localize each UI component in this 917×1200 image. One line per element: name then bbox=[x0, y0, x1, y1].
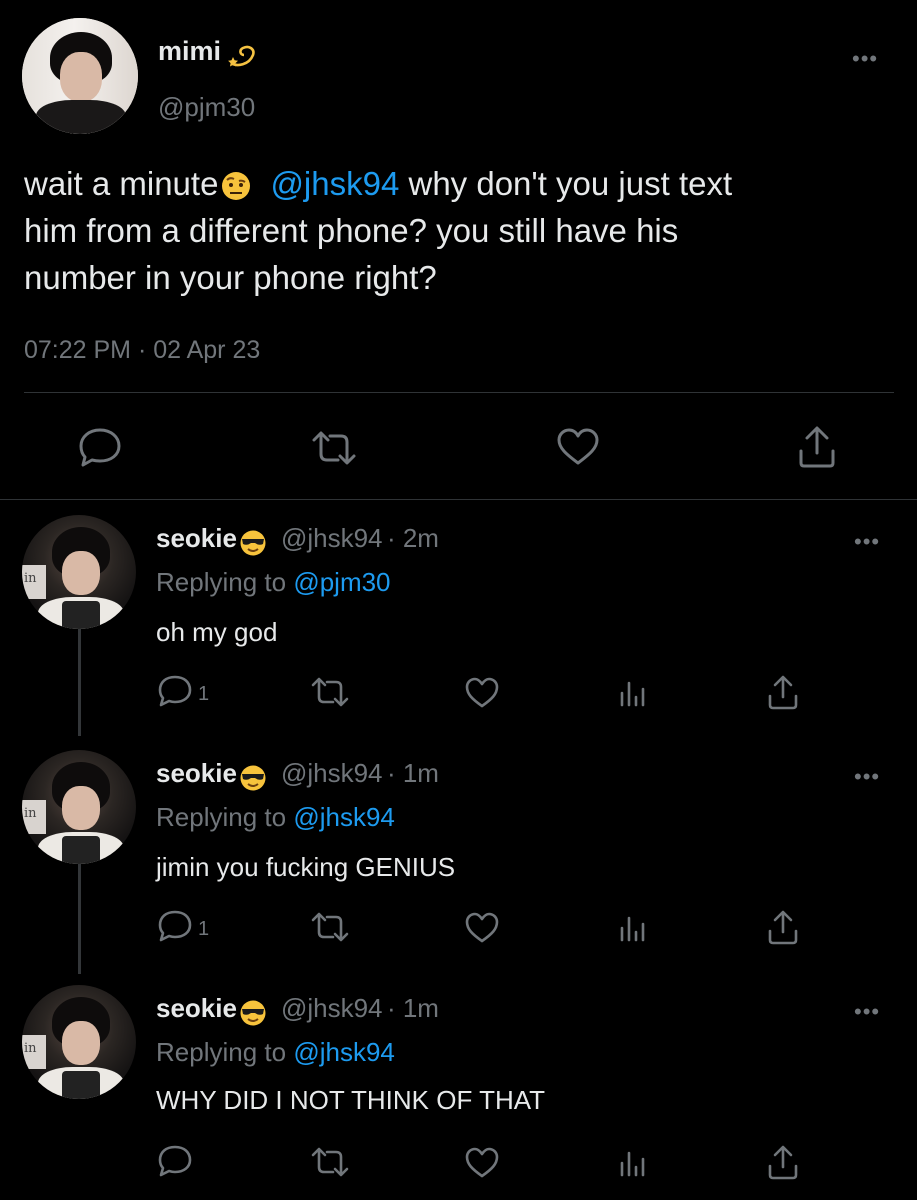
divider bbox=[0, 499, 917, 500]
sunglasses-emoji-icon bbox=[239, 529, 267, 557]
like-icon[interactable] bbox=[556, 428, 600, 466]
relative-time[interactable]: · 1m bbox=[387, 758, 439, 788]
share-icon[interactable] bbox=[766, 675, 800, 711]
share-icon[interactable] bbox=[766, 1145, 800, 1181]
retweet-icon[interactable] bbox=[310, 677, 350, 707]
handle[interactable]: @jhsk94 bbox=[281, 993, 383, 1023]
retweet-icon[interactable] bbox=[310, 1147, 350, 1177]
like-icon[interactable] bbox=[464, 677, 500, 709]
divider bbox=[24, 392, 894, 393]
replying-label: Replying to bbox=[156, 1037, 294, 1067]
replying-to-link[interactable]: @pjm30 bbox=[293, 567, 390, 597]
tweet-text-line: number in your phone right? bbox=[24, 259, 437, 296]
more-options-icon[interactable]: ••• bbox=[854, 766, 880, 788]
avatar[interactable]: in bbox=[22, 750, 136, 864]
replying-label: Replying to bbox=[156, 567, 294, 597]
handle[interactable]: @jhsk94 bbox=[281, 523, 383, 553]
reply-count: 1 bbox=[198, 683, 210, 705]
reply-tweet: in seokie @jhsk94 · 2m ••• Replying to @… bbox=[0, 515, 917, 735]
reply-icon[interactable] bbox=[158, 675, 192, 707]
tweet-text-line: him from a different phone? you still ha… bbox=[24, 212, 679, 249]
analytics-icon[interactable] bbox=[618, 1149, 648, 1177]
tweet-text-part: wait a minute bbox=[24, 165, 219, 202]
analytics-icon[interactable] bbox=[618, 914, 648, 942]
sunglasses-emoji-icon bbox=[239, 999, 267, 1027]
sign-text: in bbox=[24, 806, 37, 821]
retweet-icon[interactable] bbox=[310, 912, 350, 942]
replying-to-link[interactable]: @jhsk94 bbox=[293, 802, 395, 832]
reply-icon[interactable] bbox=[158, 1145, 192, 1177]
more-options-icon[interactable]: ••• bbox=[852, 48, 878, 70]
tweet-text: wait a minute @jhsk94 why don't you just… bbox=[24, 160, 904, 301]
display-name[interactable]: mimi bbox=[158, 36, 221, 66]
timestamp[interactable]: 07:22 PM · 02 Apr 23 bbox=[24, 336, 260, 365]
reply-count: 1 bbox=[198, 918, 210, 940]
display-name[interactable]: seokie bbox=[156, 523, 237, 553]
relative-time[interactable]: · 2m bbox=[387, 523, 439, 553]
replying-label: Replying to bbox=[156, 802, 294, 832]
reply-icon[interactable] bbox=[158, 910, 192, 942]
dizzy-emoji-icon bbox=[227, 43, 257, 69]
handle[interactable]: @pjm30 bbox=[158, 92, 255, 123]
reply-tweet: in seokie @jhsk94 · 1m ••• Replying to @… bbox=[0, 750, 917, 970]
tweet-text: oh my god bbox=[156, 617, 278, 647]
analytics-icon[interactable] bbox=[618, 679, 648, 707]
mention-link[interactable]: @jhsk94 bbox=[270, 165, 399, 202]
avatar[interactable] bbox=[22, 18, 138, 134]
retweet-icon[interactable] bbox=[310, 430, 358, 466]
display-name[interactable]: seokie bbox=[156, 993, 237, 1023]
tweet-text: WHY DID I NOT THINK OF THAT bbox=[156, 1085, 546, 1115]
like-icon[interactable] bbox=[464, 1147, 500, 1179]
reply-tweet: in seokie @jhsk94 · 1m ••• Replying to @… bbox=[0, 985, 917, 1200]
share-icon[interactable] bbox=[766, 910, 800, 946]
handle[interactable]: @jhsk94 bbox=[281, 758, 383, 788]
sunglasses-emoji-icon bbox=[239, 764, 267, 792]
replying-to-link[interactable]: @jhsk94 bbox=[293, 1037, 395, 1067]
main-tweet: mimi @pjm30 ••• wait a minute @jhsk94 wh… bbox=[0, 0, 917, 500]
display-name[interactable]: seokie bbox=[156, 758, 237, 788]
tweet-text: jimin you fucking GENIUS bbox=[156, 852, 456, 882]
more-options-icon[interactable]: ••• bbox=[854, 531, 880, 553]
sign-text: in bbox=[24, 1041, 37, 1056]
tweet-text-part: why don't you just text bbox=[399, 165, 733, 202]
raised-eyebrow-emoji-icon bbox=[220, 170, 252, 202]
share-icon[interactable] bbox=[797, 425, 837, 469]
like-icon[interactable] bbox=[464, 912, 500, 944]
relative-time[interactable]: · 1m bbox=[387, 993, 439, 1023]
sign-text: in bbox=[24, 571, 37, 586]
more-options-icon[interactable]: ••• bbox=[854, 1001, 880, 1023]
reply-icon[interactable] bbox=[78, 427, 122, 467]
avatar[interactable]: in bbox=[22, 985, 136, 1099]
avatar[interactable]: in bbox=[22, 515, 136, 629]
